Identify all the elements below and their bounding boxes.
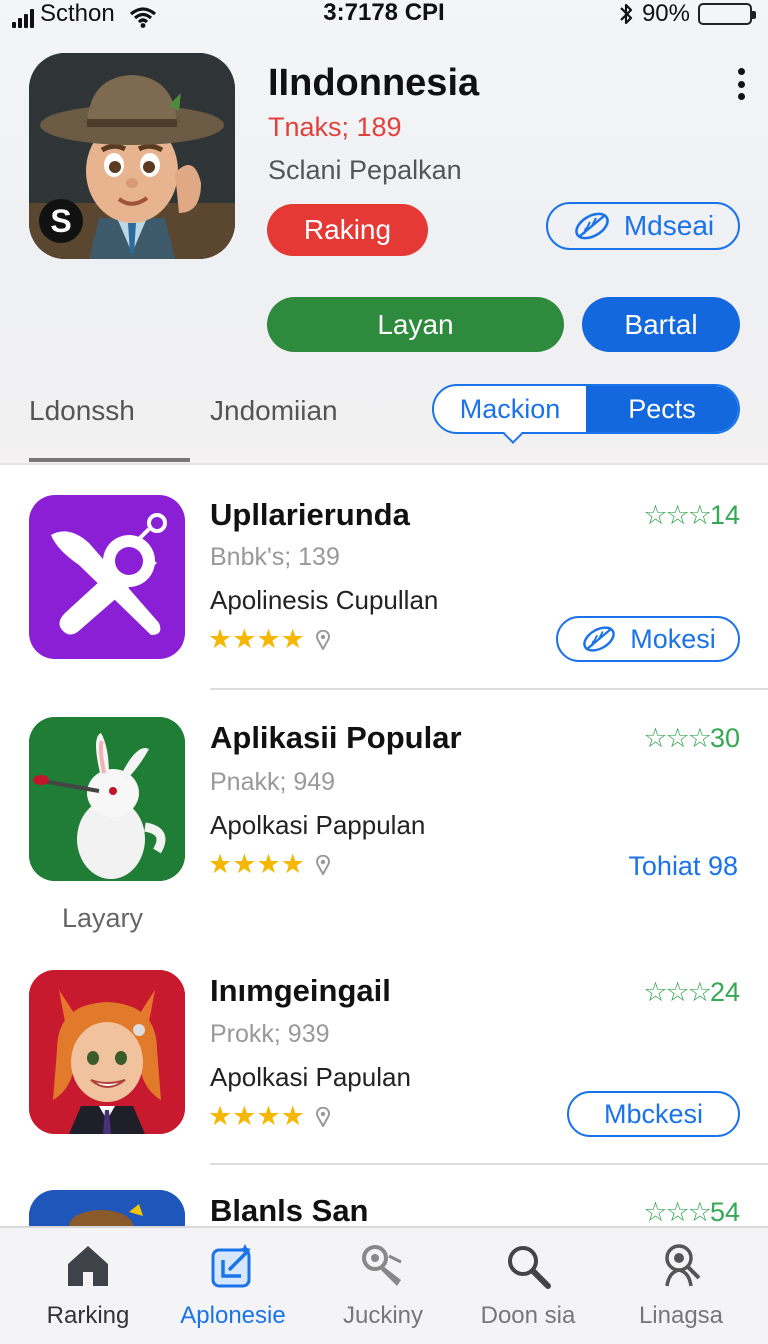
hero-badge: S xyxy=(39,199,83,243)
tabbar-label: Juckiny xyxy=(342,1302,424,1329)
app-icon-upllarierunda[interactable] xyxy=(29,495,185,659)
list-separator xyxy=(210,688,768,690)
tabbar-item-doon-sia[interactable]: Doon sia xyxy=(453,1240,603,1330)
bartal-button-label: Bartal xyxy=(624,308,698,340)
tabbar-label: Rarking xyxy=(46,1302,130,1329)
layan-button-label: Layan xyxy=(377,308,454,340)
rating-value: 14 xyxy=(709,500,740,530)
tabbar-item-rarking[interactable]: Rarking xyxy=(13,1240,163,1330)
list-separator xyxy=(210,1163,768,1165)
item-caption: Layary xyxy=(62,903,144,933)
raking-button-label: Raking xyxy=(303,214,392,245)
page-title: IIndonnesia xyxy=(268,62,480,104)
tabbar-label: Linagsa xyxy=(638,1302,724,1329)
rating-value: 24 xyxy=(709,977,740,1007)
mokesi-button[interactable]: Mokesi xyxy=(556,616,740,662)
star-rating: ★★★★ xyxy=(208,624,331,655)
item-description: Apolkasi Papulan xyxy=(210,1062,411,1092)
item-meta: Prokk; 939 xyxy=(210,1020,330,1048)
mbckesi-button-label: Mbckesi xyxy=(603,1098,704,1129)
item-description: Apolinesis Cupullan xyxy=(210,585,439,615)
item-title[interactable]: Aplikasii Popular xyxy=(210,720,462,756)
segment-mackion-label: Mackion xyxy=(459,393,561,424)
star-icons: ★★★★ xyxy=(208,624,305,654)
raking-button[interactable]: Raking xyxy=(267,204,428,256)
layan-button[interactable]: Layan xyxy=(267,297,564,352)
leaf-icon xyxy=(575,212,609,240)
mbckesi-button[interactable]: Mbckesi xyxy=(567,1091,740,1137)
purple-x-icon xyxy=(51,513,167,635)
status-right: 90% xyxy=(618,0,756,28)
bottom-tab-bar: Rarking Aplonesie Juckiny Doon sia Linag… xyxy=(0,1226,768,1344)
star-rating: ★★★★ xyxy=(208,849,331,880)
rating-value: 30 xyxy=(709,723,740,753)
active-tab-indicator xyxy=(29,458,190,462)
location-pin-icon xyxy=(315,629,330,650)
item-meta: Bnbk's; 139 xyxy=(210,543,340,571)
mdseai-button[interactable]: Mdseai xyxy=(546,202,740,250)
rating-star-outline-icon: ☆☆☆ xyxy=(643,500,712,530)
more-options-icon[interactable] xyxy=(732,68,750,100)
rating-star-outline-icon: ☆☆☆ xyxy=(643,977,712,1007)
rabbit-icon xyxy=(29,717,185,881)
hero-app-icon[interactable]: S xyxy=(29,53,235,259)
rating-score: ☆☆☆54 xyxy=(643,1197,740,1228)
tab-ldonssh[interactable]: Ldonssh xyxy=(29,395,135,427)
tabbar-label: Doon sia xyxy=(480,1302,576,1329)
app-icon-inimgeingail[interactable] xyxy=(29,970,185,1134)
tohiat-link[interactable]: Tohiat 98 xyxy=(628,851,738,882)
status-bar: Scthon 3:7178 CPI 90% xyxy=(0,0,768,28)
location-pin-icon xyxy=(315,854,330,875)
rating-star-outline-icon: ☆☆☆ xyxy=(643,723,712,753)
rating-score: ☆☆☆30 xyxy=(643,723,740,754)
item-meta: Pnakk; 949 xyxy=(210,768,336,796)
rating-star-outline-icon: ☆☆☆ xyxy=(643,1197,712,1227)
home-icon xyxy=(68,1246,108,1286)
hero-description: Sclani Pepalkan xyxy=(268,155,462,185)
leaf-icon xyxy=(583,626,616,652)
star-icons: ★★★★ xyxy=(208,849,305,879)
tabbar-item-juckiny[interactable]: Juckiny xyxy=(308,1240,458,1330)
item-title[interactable]: Inımgeingail xyxy=(210,973,391,1009)
segment-mackion[interactable]: Mackion xyxy=(434,386,586,432)
bartal-button[interactable]: Bartal xyxy=(582,297,740,352)
mokesi-button-label: Mokesi xyxy=(630,623,716,654)
tabbar-item-linagsa[interactable]: Linagsa xyxy=(606,1240,756,1330)
segmented-control: Mackion Pects xyxy=(432,384,740,434)
rating-score: ☆☆☆14 xyxy=(643,500,740,531)
mdseai-button-label: Mdseai xyxy=(623,210,715,241)
fox-girl-icon xyxy=(29,970,185,1134)
edit-app-icon xyxy=(211,1244,251,1288)
item-title[interactable]: Upllarierunda xyxy=(210,497,410,533)
segment-pects[interactable]: Pects xyxy=(586,386,738,432)
item-description: Apolkasi Pappulan xyxy=(210,810,426,840)
blue-app-icon xyxy=(29,1190,185,1230)
tabbar-label: Aplonesie xyxy=(180,1302,286,1329)
star-rating: ★★★★ xyxy=(208,1101,331,1132)
app-icon-aplikasii-popular[interactable] xyxy=(29,717,185,881)
search-icon xyxy=(508,1246,551,1289)
battery-icon xyxy=(698,3,756,25)
rating-score: ☆☆☆24 xyxy=(643,977,740,1008)
profile-search-icon xyxy=(665,1244,701,1287)
tabbar-item-aplonesie[interactable]: Aplonesie xyxy=(158,1240,308,1330)
star-icons: ★★★★ xyxy=(208,1101,305,1131)
item-title[interactable]: Blanls San xyxy=(210,1193,369,1229)
hero-badge-letter: S xyxy=(50,202,72,239)
location-pin-icon xyxy=(315,1106,330,1127)
battery-percent: 90% xyxy=(641,0,690,27)
header-divider xyxy=(0,463,768,465)
bluetooth-icon xyxy=(620,3,633,25)
tab-jndomiian[interactable]: Jndomiian xyxy=(210,395,338,427)
segment-pects-label: Pects xyxy=(628,393,696,424)
tool-icon xyxy=(362,1245,402,1286)
app-icon-blanls-san[interactable] xyxy=(29,1190,185,1230)
rating-value: 54 xyxy=(709,1197,740,1227)
hero-subtitle: Tnaks; 189 xyxy=(268,112,402,142)
